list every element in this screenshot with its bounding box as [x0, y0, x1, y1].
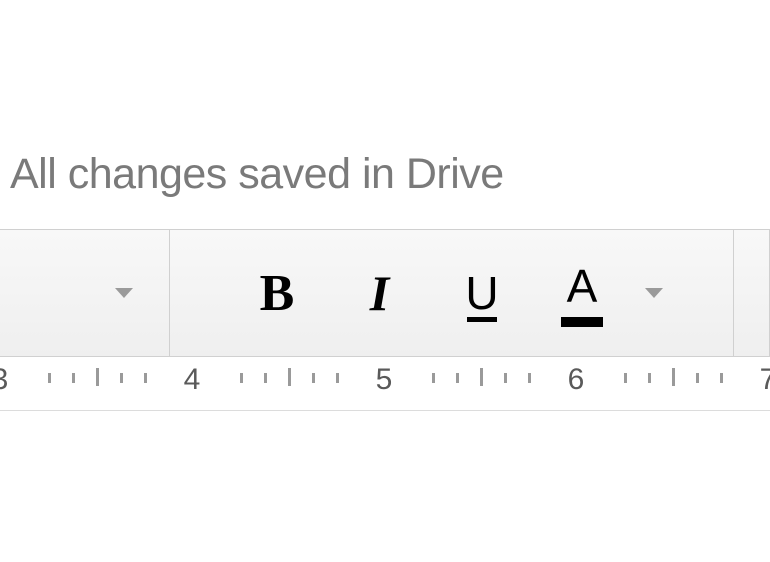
status-bar: All changes saved in Drive — [0, 0, 770, 229]
formatting-toolbar: B I U A — [0, 229, 770, 357]
ruler-tick — [456, 373, 459, 383]
ruler-number: 7 — [760, 363, 770, 397]
underline-button[interactable]: U — [432, 230, 532, 356]
ruler-tick — [432, 373, 435, 383]
save-status-text: All changes saved in Drive — [10, 150, 504, 198]
chevron-down-icon — [645, 288, 663, 298]
ruler-tick — [624, 373, 627, 383]
ruler-number: 6 — [568, 363, 585, 397]
ruler-tick — [144, 373, 147, 383]
toolbar-group-right — [734, 230, 770, 356]
ruler-tick — [96, 368, 99, 386]
ruler-unit: 4 — [192, 357, 384, 410]
ruler-tick — [120, 373, 123, 383]
toolbar-group-text-format: B I U A — [170, 230, 734, 356]
document-area — [0, 411, 770, 531]
italic-icon: I — [370, 264, 389, 322]
ruler-number: 4 — [184, 363, 201, 397]
bold-button[interactable]: B — [227, 230, 327, 356]
chevron-down-icon[interactable] — [115, 288, 133, 298]
underline-icon: U — [465, 266, 498, 320]
ruler-tick — [264, 373, 267, 383]
ruler-tick — [288, 368, 291, 386]
ruler-tick — [504, 373, 507, 383]
ruler-unit: 6 — [576, 357, 768, 410]
ruler-unit: 5 — [384, 357, 576, 410]
ruler-number: 5 — [376, 363, 393, 397]
ruler-tick — [696, 373, 699, 383]
text-color-button[interactable]: A — [532, 230, 632, 356]
text-color-icon: A — [567, 259, 598, 327]
ruler-tick — [48, 373, 51, 383]
ruler-tick — [240, 373, 243, 383]
ruler-unit: 3 — [0, 357, 192, 410]
ruler-tick — [720, 373, 723, 383]
ruler-tick — [312, 373, 315, 383]
ruler-tick — [648, 373, 651, 383]
horizontal-ruler[interactable]: 34567 — [0, 357, 770, 411]
italic-button[interactable]: I — [327, 230, 432, 356]
ruler-tick — [528, 373, 531, 383]
ruler-tick — [72, 373, 75, 383]
text-color-dropdown[interactable] — [632, 230, 676, 356]
text-color-swatch — [561, 317, 604, 327]
bold-icon: B — [260, 264, 295, 323]
ruler-number: 3 — [0, 363, 8, 397]
ruler-tick — [672, 368, 675, 386]
ruler-tick — [336, 373, 339, 383]
ruler-tick — [480, 368, 483, 386]
toolbar-group-left — [0, 230, 170, 356]
